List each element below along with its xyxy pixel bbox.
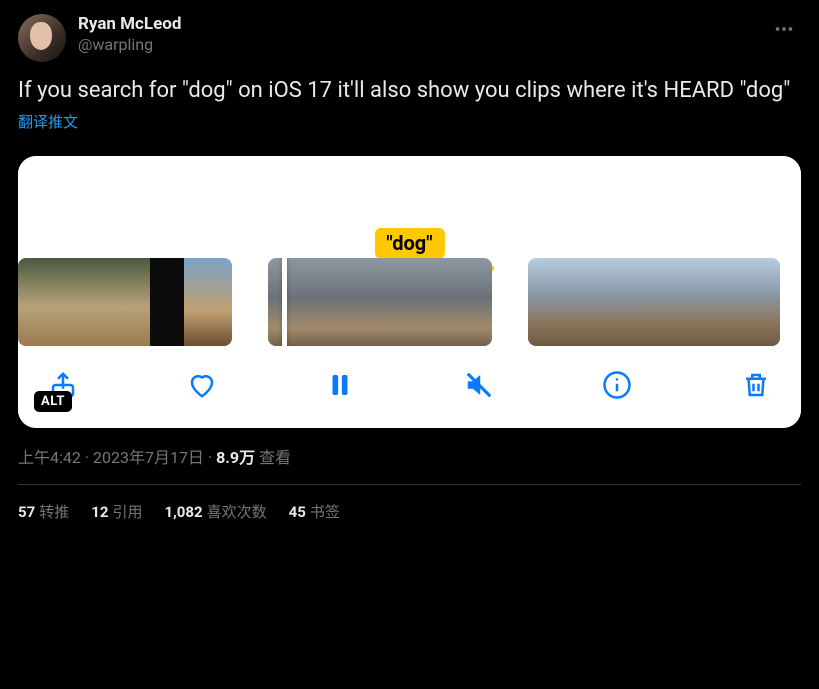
views-count: 8.9万: [216, 448, 255, 467]
media-toolbar: [18, 350, 801, 428]
clip-frame: [18, 258, 62, 346]
clip-frame: [612, 258, 654, 346]
clip-frame: [184, 258, 232, 346]
info-icon[interactable]: [600, 368, 634, 402]
display-name: Ryan McLeod: [78, 14, 755, 34]
clip-frame: [696, 258, 738, 346]
clip-frame: [268, 258, 324, 346]
media-top-area: "dog": [18, 156, 801, 254]
clip-frame: [62, 258, 106, 346]
mute-icon[interactable]: [462, 368, 496, 402]
pause-icon[interactable]: [323, 368, 357, 402]
more-icon[interactable]: [767, 14, 801, 49]
clip-frame: [654, 258, 696, 346]
clip-frame: [570, 258, 612, 346]
translate-link[interactable]: 翻译推文: [18, 111, 78, 132]
clip-frame: [738, 258, 780, 346]
tweet-header: Ryan McLeod @warpling: [18, 14, 801, 62]
tweet-container: Ryan McLeod @warpling If you search for …: [0, 0, 819, 522]
clip-frame: [150, 258, 184, 346]
heart-icon[interactable]: [185, 368, 219, 402]
clip-frame: [380, 258, 436, 346]
avatar[interactable]: [18, 14, 66, 62]
handle: @warpling: [78, 35, 755, 54]
retweets-stat[interactable]: 57转推: [18, 501, 69, 522]
meta-line[interactable]: 上午4:42 · 2023年7月17日 · 8.9万 查看: [18, 444, 801, 468]
stats-row: 57转推 12引用 1,082喜欢次数 45书签: [18, 485, 801, 522]
media-card[interactable]: "dog": [18, 156, 801, 428]
clip-frame: [528, 258, 570, 346]
clip-frame: [436, 258, 492, 346]
tweet-time: 上午4:42: [18, 448, 81, 467]
trash-icon[interactable]: [739, 368, 773, 402]
clip-group[interactable]: [528, 258, 780, 346]
clip-group[interactable]: [18, 258, 232, 346]
clip-frame: [324, 258, 380, 346]
author-names[interactable]: Ryan McLeod @warpling: [78, 14, 755, 54]
tweet-date: 2023年7月17日: [93, 448, 204, 467]
quotes-stat[interactable]: 12引用: [91, 501, 142, 522]
alt-badge[interactable]: ALT: [34, 391, 72, 412]
likes-stat[interactable]: 1,082喜欢次数: [164, 501, 266, 522]
views-label: 查看: [255, 448, 291, 467]
clip-group-active[interactable]: [268, 258, 492, 346]
bookmarks-stat[interactable]: 45书签: [289, 501, 340, 522]
clip-timeline[interactable]: [18, 254, 801, 350]
search-term-badge: "dog": [374, 228, 444, 259]
tweet-text: If you search for "dog" on iOS 17 it'll …: [18, 76, 801, 105]
clip-frame: [106, 258, 150, 346]
